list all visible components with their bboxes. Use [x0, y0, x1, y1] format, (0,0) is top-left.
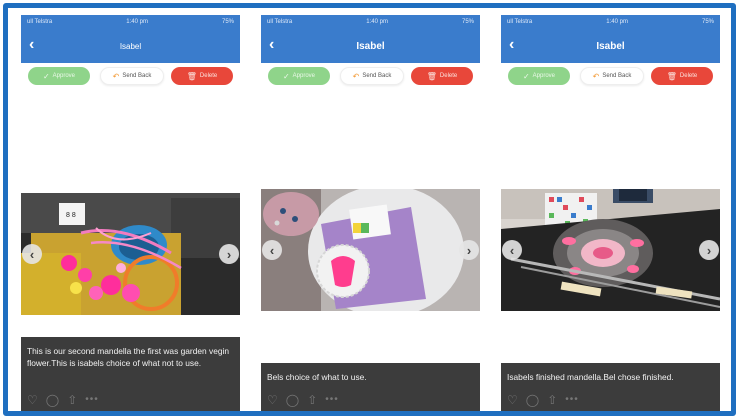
status-time: 1:40 pm: [126, 19, 148, 25]
status-bar: ull Telstra 1:40 pm 75%: [261, 15, 480, 29]
craft-photo: [501, 189, 720, 311]
chevron-left-icon[interactable]: ‹: [22, 244, 42, 264]
share-icon[interactable]: ⇧: [307, 393, 317, 407]
check-icon: ✓: [282, 71, 290, 81]
post-caption-panel: This is our second mandella the first wa…: [21, 337, 240, 411]
battery-label: 75%: [461, 19, 474, 25]
delete-label: Delete: [199, 73, 218, 79]
chevron-right-icon[interactable]: ›: [459, 240, 479, 260]
post-toolbar: ♡ ◯ ⇧ •••: [507, 393, 579, 407]
chevron-left-icon[interactable]: ‹: [502, 240, 522, 260]
action-bar: ✓ Approve ↶ Send Back 🗑 Delete: [501, 67, 720, 89]
status-bar: ull Telstra 1:40 pm 75%: [21, 15, 240, 29]
send-back-button[interactable]: ↶ Send Back: [100, 67, 164, 85]
trash-icon: 🗑: [426, 71, 437, 81]
comment-icon[interactable]: ◯: [286, 393, 299, 407]
battery-label: 75%: [701, 19, 714, 25]
post-caption-panel: Isabels finished mandella.Bel chose fini…: [501, 363, 720, 411]
post-caption: Isabels finished mandella.Bel chose fini…: [507, 372, 674, 382]
heart-icon[interactable]: ♡: [267, 393, 278, 407]
photo-carousel[interactable]: ‹ ›: [501, 189, 720, 311]
status-time: 1:40 pm: [606, 19, 628, 25]
nav-bar: ‹ Isabel: [501, 29, 720, 63]
status-time: 1:40 pm: [366, 19, 388, 25]
share-icon[interactable]: ⇧: [67, 393, 77, 407]
svg-text:8 8: 8 8: [66, 212, 76, 219]
phone-screen-2: ull Telstra 1:40 pm 75% ‹ Isabel ✓ Appro…: [261, 15, 480, 411]
send-back-label: Send Back: [122, 73, 152, 79]
nav-bar: ‹ Isabel: [21, 29, 240, 63]
phone-screen-3: ull Telstra 1:40 pm 75% ‹ Isabel ✓ Appro…: [501, 15, 720, 411]
chevron-left-icon[interactable]: ‹: [29, 36, 34, 54]
approve-button[interactable]: ✓ Approve: [508, 67, 570, 85]
carrier-label: ull Telstra: [27, 19, 53, 25]
share-icon[interactable]: ⇧: [547, 393, 557, 407]
approve-label: Approve: [292, 73, 316, 79]
delete-label: Delete: [679, 73, 698, 79]
post-caption-panel: Bels choice of what to use. ♡ ◯ ⇧ •••: [261, 363, 480, 411]
chevron-right-icon[interactable]: ›: [219, 244, 239, 264]
page-title: Isabel: [356, 40, 385, 52]
approve-label: Approve: [532, 73, 556, 79]
post-toolbar: ♡ ◯ ⇧ •••: [267, 393, 339, 407]
carrier-label: ull Telstra: [267, 19, 293, 25]
comment-icon[interactable]: ◯: [46, 393, 59, 407]
send-back-button[interactable]: ↶ Send Back: [340, 67, 404, 85]
more-icon[interactable]: •••: [565, 393, 579, 407]
post-caption: This is our second mandella the first wa…: [27, 346, 230, 368]
trash-icon: 🗑: [666, 71, 677, 81]
undo-icon: ↶: [112, 71, 120, 81]
post-caption: Bels choice of what to use.: [267, 372, 367, 382]
check-icon: ✓: [42, 71, 50, 81]
send-back-button[interactable]: ↶ Send Back: [580, 67, 644, 85]
send-back-label: Send Back: [362, 73, 392, 79]
phone-screen-1: ull Telstra 1:40 pm 75% ‹ Isabel ✓ Appro…: [21, 15, 240, 411]
undo-icon: ↶: [592, 71, 600, 81]
action-bar: ✓ Approve ↶ Send Back 🗑 Delete: [261, 67, 480, 89]
check-icon: ✓: [522, 71, 530, 81]
undo-icon: ↶: [352, 71, 360, 81]
page-title: Isabel: [119, 41, 142, 51]
photo-carousel[interactable]: ‹ ›: [261, 189, 480, 311]
more-icon[interactable]: •••: [85, 393, 99, 407]
delete-button[interactable]: 🗑 Delete: [651, 67, 713, 85]
chevron-left-icon[interactable]: ‹: [509, 36, 514, 54]
page-title: Isabel: [596, 40, 625, 52]
more-icon[interactable]: •••: [325, 393, 339, 407]
approve-label: Approve: [52, 73, 76, 79]
chevron-left-icon[interactable]: ‹: [269, 36, 274, 54]
post-toolbar: ♡ ◯ ⇧ •••: [27, 393, 99, 407]
delete-button[interactable]: 🗑 Delete: [171, 67, 233, 85]
photo-carousel[interactable]: 8 8 ‹ ›: [21, 193, 240, 315]
send-back-label: Send Back: [602, 73, 632, 79]
craft-photo: [261, 189, 480, 311]
battery-label: 75%: [221, 19, 234, 25]
delete-button[interactable]: 🗑 Delete: [411, 67, 473, 85]
comment-icon[interactable]: ◯: [526, 393, 539, 407]
chevron-left-icon[interactable]: ‹: [262, 240, 282, 260]
chevron-right-icon[interactable]: ›: [699, 240, 719, 260]
heart-icon[interactable]: ♡: [507, 393, 518, 407]
delete-label: Delete: [439, 73, 458, 79]
heart-icon[interactable]: ♡: [27, 393, 38, 407]
approve-button[interactable]: ✓ Approve: [28, 67, 90, 85]
status-bar: ull Telstra 1:40 pm 75%: [501, 15, 720, 29]
action-bar: ✓ Approve ↶ Send Back 🗑 Delete: [21, 67, 240, 89]
carrier-label: ull Telstra: [507, 19, 533, 25]
approve-button[interactable]: ✓ Approve: [268, 67, 330, 85]
nav-bar: ‹ Isabel: [261, 29, 480, 63]
craft-photo: 8 8: [21, 193, 240, 315]
trash-icon: 🗑: [186, 71, 197, 81]
